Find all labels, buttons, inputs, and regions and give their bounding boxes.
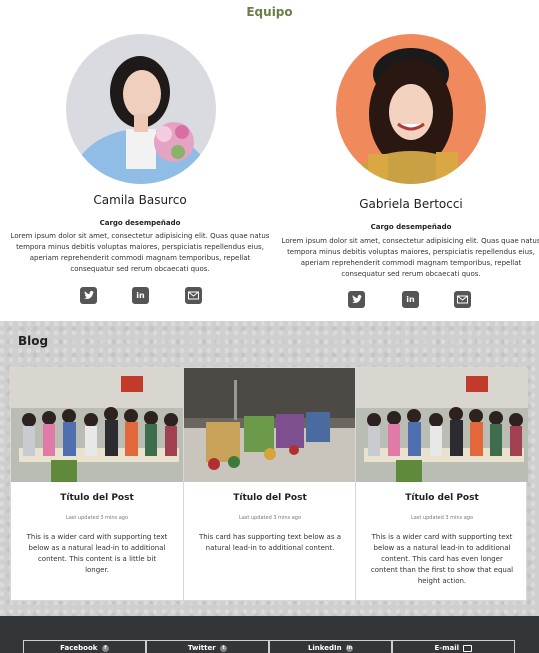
email-icon <box>463 644 473 652</box>
blog-card[interactable]: Título del Post Last updated 3 mins ago … <box>183 368 356 600</box>
email-icon[interactable] <box>185 287 202 304</box>
card-title: Título del Post <box>405 493 479 503</box>
footer-link-label: LinkedIn <box>307 644 342 652</box>
linkedin-icon[interactable]: in <box>402 291 419 308</box>
card-text: This is a wider card with supporting tex… <box>370 533 514 585</box>
footer-link-label: Twitter <box>187 644 216 652</box>
team-section: Equipo Camila Basurco Cargo desempeñado … <box>0 0 539 321</box>
card-text: This card has supporting text below as a… <box>198 533 342 552</box>
member-photo <box>336 34 486 184</box>
card-text: This is a wider card with supporting tex… <box>26 533 168 574</box>
blog-title: Blog <box>18 334 49 348</box>
linkedin-icon: in <box>346 644 354 652</box>
footer-linkedin-link[interactable]: LinkedIn in <box>269 640 392 653</box>
member-description: Lorem ipsum dolor sit amet, consectetur … <box>281 237 539 278</box>
team-title: Equipo <box>246 5 293 19</box>
footer-facebook-link[interactable]: Facebook f <box>23 640 146 653</box>
twitter-icon[interactable] <box>348 291 365 308</box>
blog-card[interactable]: Título del Post Last updated 3 mins ago … <box>11 368 183 600</box>
member-photo <box>66 34 216 184</box>
card-image <box>11 368 183 482</box>
member-name: Gabriela Bertocci <box>359 197 463 211</box>
email-icon[interactable] <box>454 291 471 308</box>
footer-twitter-link[interactable]: Twitter t <box>146 640 269 653</box>
blog-card[interactable]: Título del Post Last updated 3 mins ago … <box>355 368 528 600</box>
footer: Facebook f Twitter t LinkedIn in E-mail <box>0 616 539 653</box>
twitter-icon[interactable] <box>80 287 97 304</box>
card-image <box>356 368 528 482</box>
member-role: Cargo desempeñado <box>99 219 181 227</box>
member-role: Cargo desempeñado <box>370 223 452 231</box>
card-group: Título del Post Last updated 3 mins ago … <box>10 367 528 601</box>
twitter-icon: t <box>220 644 228 652</box>
card-updated: Last updated 3 mins ago <box>410 515 474 521</box>
member-socials: in <box>10 287 270 305</box>
member-socials: in <box>281 291 539 309</box>
card-image <box>184 368 356 482</box>
facebook-icon: f <box>101 644 109 652</box>
footer-link-label: E-mail <box>434 644 460 652</box>
linkedin-icon[interactable]: in <box>132 287 149 304</box>
blog-section: Blog Título del Post Last updated 3 mins… <box>0 321 539 616</box>
card-updated: Last updated 3 mins ago <box>65 515 129 521</box>
card-title: Título del Post <box>233 493 307 503</box>
card-title: Título del Post <box>60 493 134 503</box>
footer-link-label: Facebook <box>60 644 98 652</box>
member-name: Camila Basurco <box>93 193 187 207</box>
member-description: Lorem ipsum dolor sit amet, consectetur … <box>10 232 270 273</box>
card-updated: Last updated 3 mins ago <box>238 515 302 521</box>
footer-email-link[interactable]: E-mail <box>392 640 515 653</box>
